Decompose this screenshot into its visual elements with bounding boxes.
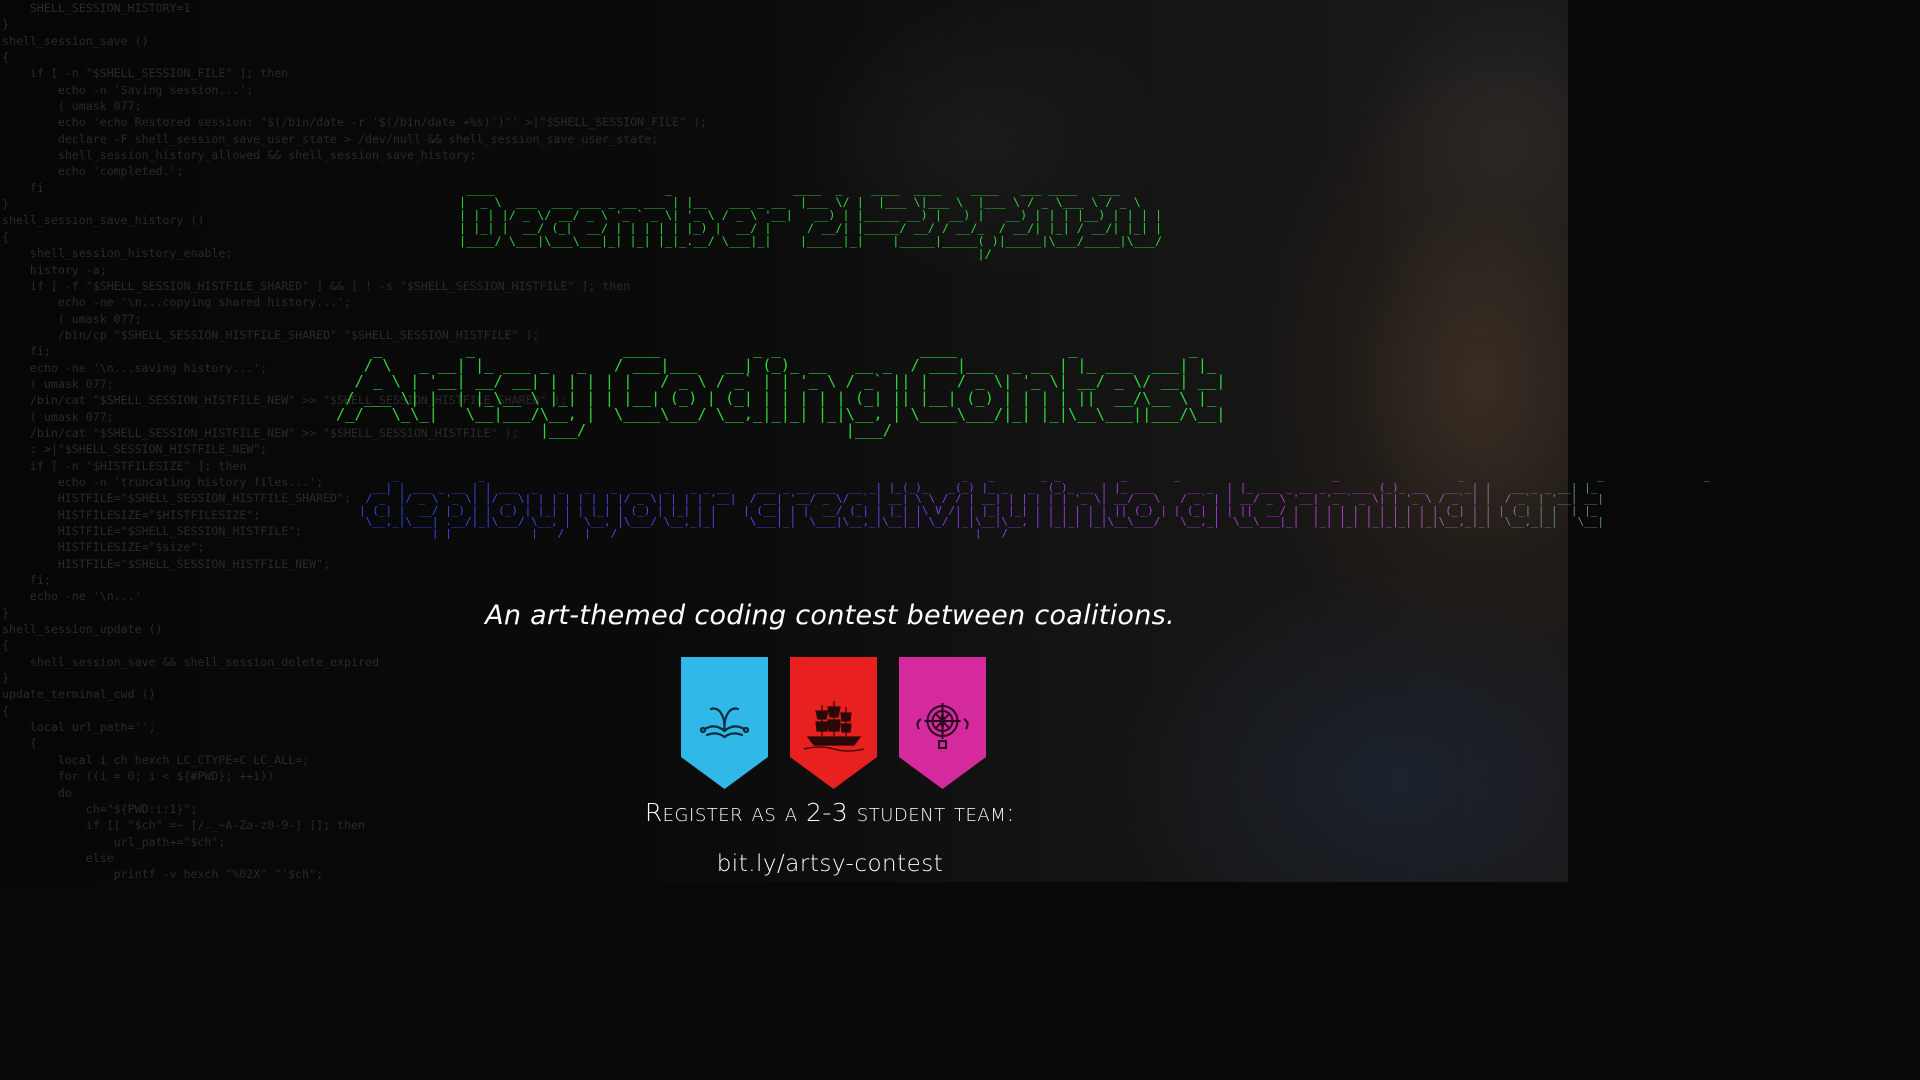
event-date-ascii-art: ____ _ ____ _ ____ ____ ____ ___ ____ __… — [459, 182, 1163, 261]
compass-icon — [899, 657, 986, 789]
coalition-banner-blue — [681, 657, 768, 789]
registration-link[interactable]: bit.ly/artsy-contest — [0, 851, 1660, 877]
whale-tail-icon — [681, 657, 768, 789]
sailing-ship-icon — [790, 657, 877, 789]
registration-instruction: Register as a 2-3 student team: — [644, 798, 1016, 827]
contest-tagline: An art-themed coding contest between coa… — [485, 600, 1175, 631]
coalition-banner-red — [790, 657, 877, 789]
contest-title-ascii-art: _ _ ____ _ _ ____ _ _ / \ _ __| |_ ___ _… — [336, 340, 1226, 440]
coalition-banner-magenta — [899, 657, 986, 789]
slogan-ascii-art: _ _ _ _ _ _ _ _ _ _ _ _ __| | ___ _ __ |… — [359, 470, 1730, 539]
coalition-banners — [681, 657, 987, 789]
background-shell-code: SHELL_SESSION_HISTORY=1 } shell_session_… — [2, 1, 707, 882]
